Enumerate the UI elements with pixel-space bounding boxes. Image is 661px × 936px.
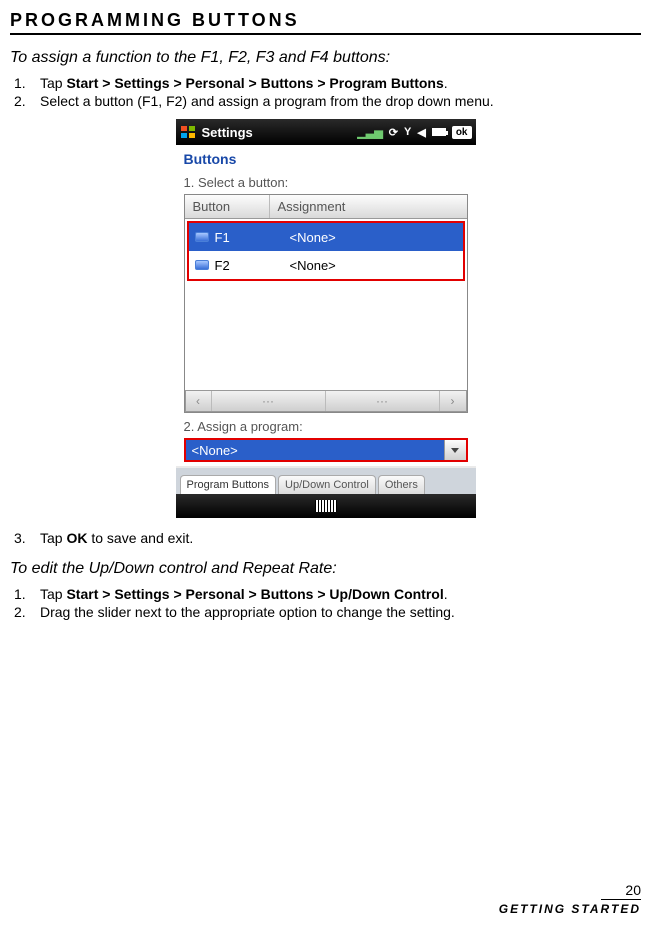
step-text: Drag the slider next to the appropriate … <box>40 604 455 620</box>
tab-updown-control[interactable]: Up/Down Control <box>278 475 376 494</box>
step-b1: 1. Tap Start > Settings > Personal > But… <box>10 586 641 602</box>
step-bold: OK <box>66 530 87 546</box>
th-assignment: Assignment <box>270 195 467 218</box>
step-num: 3. <box>10 530 40 546</box>
device-screenshot: Settings ▁▃▅ ⟳ Y ◀ ok Buttons 1. Select … <box>176 119 476 518</box>
scroll-track[interactable]: ··· <box>326 391 440 411</box>
volume-icon: ◀ <box>417 126 425 139</box>
page-footer: 20 Getting Started <box>499 882 641 916</box>
dropdown-value: <None> <box>186 440 444 460</box>
device-pane: Buttons 1. Select a button: Button Assig… <box>176 145 476 466</box>
step-text: Tap Start > Settings > Personal > Button… <box>40 75 448 91</box>
step-suffix: . <box>444 586 448 602</box>
step-num: 2. <box>10 604 40 620</box>
windows-flag-icon <box>180 125 196 139</box>
table-header: Button Assignment <box>185 195 467 219</box>
scroll-left-icon[interactable]: ‹ <box>186 391 212 411</box>
step-text: Select a button (F1, F2) and assign a pr… <box>40 93 494 109</box>
instruction-b-title: To edit the Up/Down control and Repeat R… <box>10 560 641 578</box>
step-num: 1. <box>10 586 40 602</box>
scroll-track[interactable]: ··· <box>212 391 326 411</box>
select-button-label: 1. Select a button: <box>184 175 468 190</box>
battery-icon <box>432 128 446 136</box>
section-title: Programming Buttons <box>10 10 641 35</box>
device-titlebar: Settings ▁▃▅ ⟳ Y ◀ ok <box>176 119 476 145</box>
table-row[interactable]: F2 <None> <box>189 251 463 279</box>
ok-button[interactable]: ok <box>452 126 472 139</box>
tabs-row: Program Buttons Up/Down Control Others <box>176 468 476 494</box>
step-a3: 3. Tap OK to save and exit. <box>10 530 641 546</box>
instruction-a-title: To assign a function to the F1, F2, F3 a… <box>10 49 641 67</box>
table-empty-area <box>185 283 467 388</box>
step-suffix: to save and exit. <box>87 530 193 546</box>
step-a1: 1. Tap Start > Settings > Personal > But… <box>10 75 641 91</box>
keyboard-icon[interactable] <box>315 500 337 512</box>
row-button-name: F2 <box>215 258 230 273</box>
table-row[interactable]: F1 <None> <box>189 223 463 251</box>
button-table: Button Assignment F1 <None> F2 <None> ‹ <box>184 194 468 413</box>
assign-program-label: 2. Assign a program: <box>184 419 468 434</box>
step-prefix: Tap <box>40 586 66 602</box>
signal-icon: ▁▃▅ <box>357 126 382 139</box>
step-text: Tap OK to save and exit. <box>40 530 193 546</box>
th-button: Button <box>185 195 270 218</box>
titlebar-label: Settings <box>202 125 253 140</box>
step-a2: 2. Select a button (F1, F2) and assign a… <box>10 93 641 109</box>
step-num: 1. <box>10 75 40 91</box>
button-key-icon <box>195 232 209 242</box>
step-prefix: Tap <box>40 530 66 546</box>
step-bold: Start > Settings > Personal > Buttons > … <box>66 586 443 602</box>
pane-title: Buttons <box>184 151 468 167</box>
row-button-name: F1 <box>215 230 230 245</box>
tab-others[interactable]: Others <box>378 475 425 494</box>
footer-chapter: Getting Started <box>499 902 641 916</box>
step-b2: 2. Drag the slider next to the appropria… <box>10 604 641 620</box>
highlight-box-rows: F1 <None> F2 <None> <box>187 221 465 281</box>
row-assignment: <None> <box>274 230 463 245</box>
step-text: Tap Start > Settings > Personal > Button… <box>40 586 448 602</box>
page-number: 20 <box>601 882 641 900</box>
tab-program-buttons[interactable]: Program Buttons <box>180 475 277 494</box>
step-bold: Start > Settings > Personal > Buttons > … <box>66 75 443 91</box>
sync-icon: ⟳ <box>389 126 398 139</box>
scroll-right-icon[interactable]: › <box>440 391 466 411</box>
assign-program-dropdown[interactable]: <None> <box>184 438 468 462</box>
step-prefix: Tap <box>40 75 66 91</box>
row-assignment: <None> <box>274 258 463 273</box>
button-key-icon <box>195 260 209 270</box>
step-num: 2. <box>10 93 40 109</box>
device-softbar <box>176 494 476 518</box>
step-suffix: . <box>444 75 448 91</box>
chevron-down-icon[interactable] <box>444 440 466 460</box>
horizontal-scrollbar[interactable]: ‹ ··· ··· › <box>185 390 467 412</box>
antenna-icon: Y <box>404 126 411 138</box>
